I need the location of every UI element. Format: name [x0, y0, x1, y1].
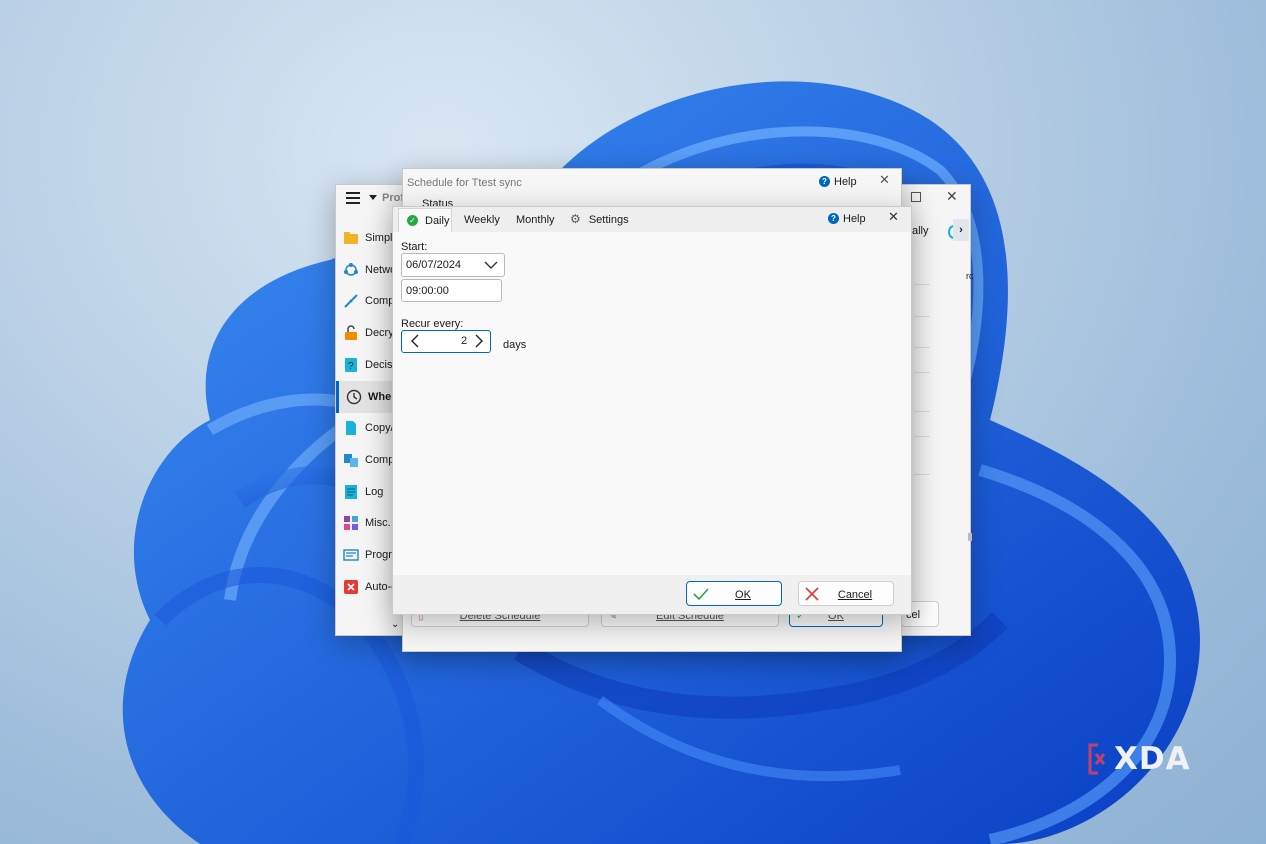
tab-weekly[interactable]: Weekly: [464, 214, 500, 226]
close-icon[interactable]: ✕: [888, 209, 899, 225]
compress-icon: [343, 293, 359, 309]
list-divider: [914, 284, 930, 285]
list-divider: [914, 474, 930, 475]
sidebar-item-netwo[interactable]: Netwo: [336, 254, 398, 286]
sidebar-item-log[interactable]: Log: [336, 476, 398, 508]
sidebar-item-misc[interactable]: Misc.: [336, 507, 398, 539]
sidebar-item-auto-c[interactable]: Auto-c: [336, 571, 398, 603]
list-divider: [914, 347, 930, 348]
misc-icon: [343, 515, 359, 531]
close-box-icon: [343, 579, 359, 595]
folder-icon: [343, 230, 359, 246]
help-icon[interactable]: ?: [828, 213, 839, 224]
time-input[interactable]: 09:00:00: [401, 279, 502, 302]
xda-logo: XDA: [1086, 741, 1191, 777]
list-divider: [914, 372, 930, 373]
ok-button[interactable]: OK: [686, 581, 782, 606]
sidebar-item-compa[interactable]: Compa: [336, 444, 398, 476]
menu-icon[interactable]: [346, 192, 360, 204]
sidebar-item-label: Misc.: [365, 517, 391, 530]
question-icon: ?: [343, 357, 359, 373]
document-icon: [343, 420, 359, 436]
sidebar-item-simple[interactable]: Simple: [336, 222, 398, 254]
help-link[interactable]: Help: [834, 176, 857, 188]
program-icon: [343, 547, 359, 563]
clock-icon: [346, 389, 362, 405]
list-divider: [914, 411, 930, 412]
svg-text:?: ?: [348, 361, 354, 372]
sidebar-item-decisio[interactable]: ? Decisio: [336, 349, 398, 381]
tab-monthly[interactable]: Monthly: [516, 214, 555, 226]
days-label: days: [503, 339, 527, 351]
header-right-label: ally: [912, 225, 929, 237]
chevron-down-icon: [484, 261, 498, 269]
unlock-icon: [343, 325, 359, 341]
date-picker[interactable]: 06/07/2024: [401, 253, 505, 277]
help-icon[interactable]: ?: [819, 176, 830, 187]
list-divider: [914, 436, 930, 437]
close-icon[interactable]: ✕: [879, 172, 890, 188]
log-icon: [343, 484, 359, 500]
cancel-button[interactable]: Cancel: [798, 581, 894, 606]
profile-dropdown-icon[interactable]: [369, 195, 377, 200]
close-icon[interactable]: ✕: [946, 188, 958, 205]
xda-bracket-icon: [1088, 743, 1106, 775]
list-divider: [914, 316, 930, 317]
schedule-window-title: Schedule for Ttest sync: [407, 177, 522, 189]
date-value: 06/07/2024: [406, 259, 462, 271]
daily-schedule-dialog: ✓ Daily Weekly Monthly ⚙ Settings ? Help…: [392, 206, 912, 615]
sidebar-item-compr[interactable]: Compr: [336, 285, 398, 317]
start-label: Start:: [401, 241, 428, 253]
recur-stepper[interactable]: 2: [401, 330, 491, 353]
help-link[interactable]: Help: [843, 213, 866, 225]
sidebar-item-copy-d[interactable]: Copy/D: [336, 412, 398, 444]
recur-label: Recur every:: [401, 318, 464, 330]
tab-settings[interactable]: ⚙ Settings: [570, 212, 629, 226]
scroll-right-button[interactable]: ›: [953, 219, 969, 241]
sidebar-scroll-down-icon[interactable]: ⌄: [391, 619, 399, 630]
sidebar-item-progra[interactable]: Progra: [336, 539, 398, 571]
sidebar-item-decryp[interactable]: Decryp: [336, 317, 398, 349]
recur-value[interactable]: 2: [461, 335, 467, 347]
sidebar: SimpleNetwoComprDecryp?DecisioWhenCopy/D…: [336, 222, 401, 628]
maximize-icon[interactable]: [911, 192, 921, 202]
check-circle-icon: ✓: [407, 215, 418, 226]
increment-icon[interactable]: [474, 334, 484, 348]
time-value: 09:00:00: [406, 285, 449, 297]
header-right-label-2: rc: [966, 271, 974, 281]
right-scrollbar[interactable]: [968, 533, 972, 541]
tab-daily[interactable]: ✓ Daily: [398, 208, 452, 232]
gear-icon: ⚙: [570, 212, 581, 226]
network-icon: [343, 262, 359, 278]
compare-icon: [343, 452, 359, 468]
sidebar-item-label: Log: [365, 485, 384, 498]
decrement-icon[interactable]: [410, 334, 420, 348]
